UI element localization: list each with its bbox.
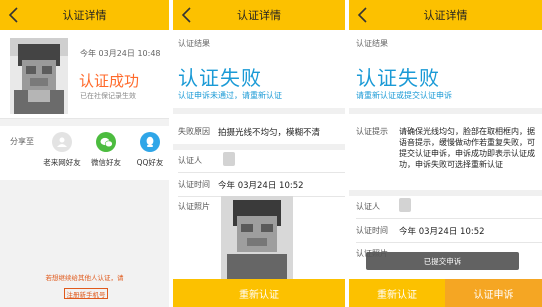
back-icon[interactable]: [6, 5, 22, 25]
page-title: 认证详情: [237, 9, 281, 22]
avatar-photo: [10, 38, 68, 114]
time-label: 认证时间: [178, 180, 210, 189]
status-sub: 请重新认证或提交认证申诉: [356, 91, 452, 100]
reason-label: 失败原因: [178, 127, 210, 136]
laolai-icon: [52, 132, 72, 152]
share-qq-button[interactable]: QQ好友: [130, 132, 169, 168]
header-bar: 认证详情: [349, 0, 542, 30]
share-label-wechat: 微信好友: [91, 158, 121, 167]
wechat-icon: [96, 132, 116, 152]
auth-photo: [221, 196, 293, 279]
person-name-blurred: [223, 152, 235, 166]
divider: [349, 190, 542, 196]
result-label: 认证结果: [178, 39, 210, 48]
person-label: 认证人: [178, 156, 202, 165]
divider: [173, 108, 345, 114]
share-label: 分享至: [10, 137, 34, 146]
share-laolai-button[interactable]: 老来网好友: [42, 132, 82, 168]
retry-auth-button[interactable]: 重新认证: [173, 279, 345, 307]
divider: [173, 144, 345, 150]
person-label: 认证人: [356, 202, 380, 211]
page-title: 认证详情: [423, 9, 468, 22]
retry-auth-button[interactable]: 重新认证: [349, 279, 445, 307]
back-icon[interactable]: [355, 5, 371, 25]
status-fail: 认证失败: [178, 66, 262, 90]
tip-text: 请确保光线均匀，脸部在取相框内，据语音提示，缓慢做动作若重复失败，可提交认证申诉…: [399, 127, 535, 169]
share-label-qq: QQ好友: [136, 158, 164, 167]
time-value: 今年 03月24日 10:52: [218, 181, 304, 191]
qq-icon: [140, 132, 160, 152]
register-new-phone-link[interactable]: 注册新手机号: [64, 288, 108, 299]
register-hint: 若想继续给其他人认证，请: [45, 274, 124, 282]
page-title: 认证详情: [62, 9, 107, 22]
header-bar: 认证详情: [0, 0, 169, 30]
header-bar: 认证详情: [173, 0, 345, 30]
back-icon[interactable]: [179, 5, 195, 25]
appeal-button[interactable]: 认证申诉: [445, 279, 542, 307]
toast-appeal-submitted: 已提交申诉: [366, 252, 519, 270]
photo-label: 认证照片: [178, 202, 210, 211]
row-divider: [356, 242, 542, 243]
row-divider: [178, 172, 345, 173]
status-fail: 认证失败: [356, 66, 440, 90]
reason-value: 拍摄光线不均匀，模糊不清: [218, 128, 321, 138]
tip-label: 认证提示: [356, 127, 388, 136]
divider: [349, 108, 542, 114]
person-name-blurred: [399, 198, 411, 212]
auth-time: 今年 03月24日 10:48: [80, 49, 161, 58]
status-note: 已在社保记录生效: [80, 92, 136, 100]
time-label: 认证时间: [356, 226, 388, 235]
status-sub: 认证申诉未通过，请重新认证: [178, 91, 282, 100]
screen-auth-fail: 认证详情 认证结果 认证失败 认证申诉未通过，请重新认证 失败原因 拍摄光线不均…: [173, 0, 345, 307]
share-label-laolai: 老来网好友: [43, 158, 81, 167]
screen-auth-success: 认证详情 今年 03月24日 10:48 认证成功 已在社保记录生效 分享至 老…: [0, 0, 169, 307]
share-panel: 分享至 老来网好友 微信好友 QQ好友: [0, 126, 169, 180]
share-wechat-button[interactable]: 微信好友: [86, 132, 126, 168]
row-divider: [356, 218, 542, 219]
status-success: 认证成功: [79, 72, 140, 90]
time-value: 今年 03月24日 10:52: [399, 227, 485, 237]
result-label: 认证结果: [356, 39, 388, 48]
